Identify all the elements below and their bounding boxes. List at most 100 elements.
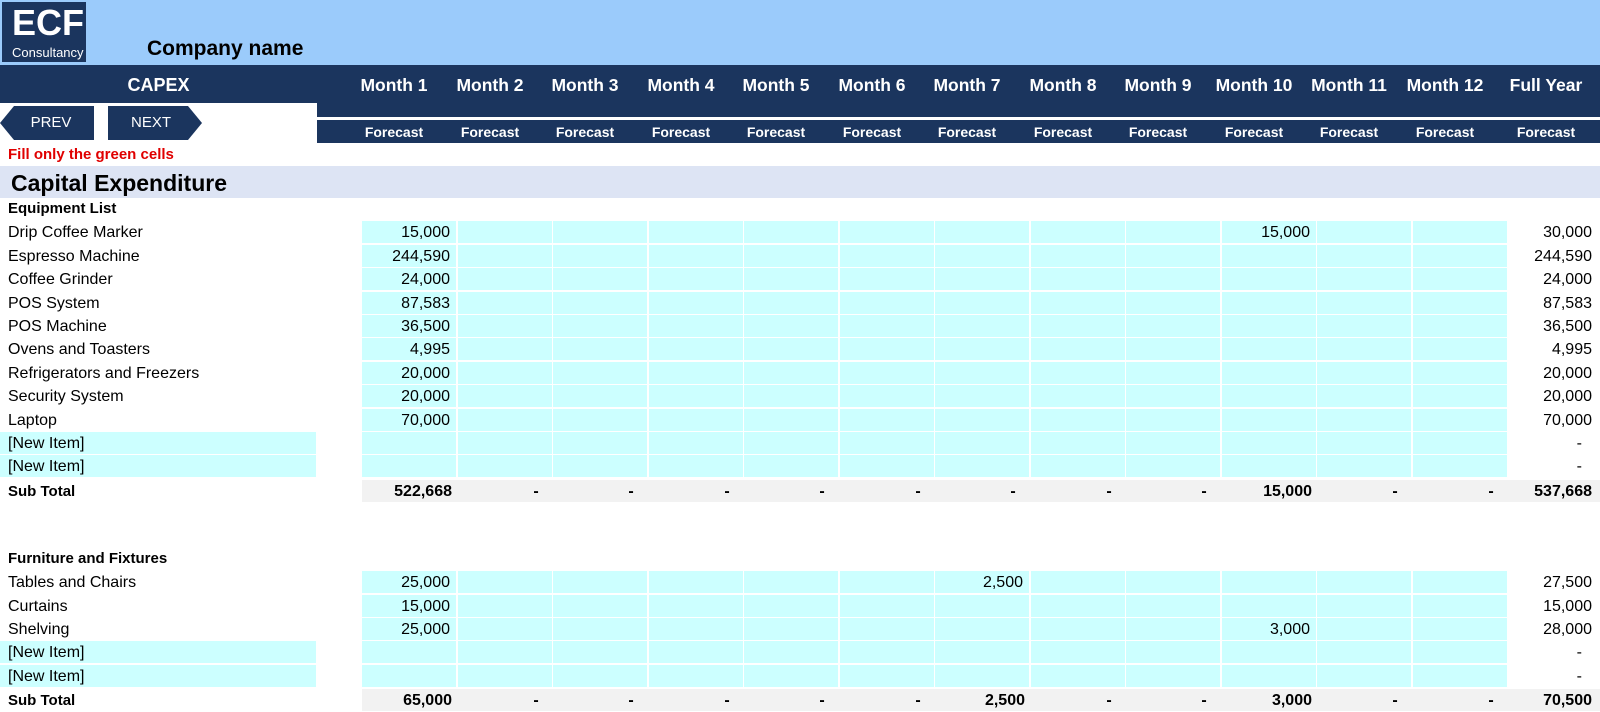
input-cell[interactable] bbox=[458, 315, 552, 337]
input-cell[interactable] bbox=[935, 221, 1029, 243]
input-cell[interactable] bbox=[553, 618, 647, 640]
input-cell[interactable] bbox=[935, 245, 1029, 267]
input-cell[interactable] bbox=[935, 595, 1029, 617]
input-cell[interactable] bbox=[1031, 268, 1125, 290]
input-cell[interactable] bbox=[935, 409, 1029, 431]
input-cell[interactable] bbox=[840, 268, 934, 290]
input-cell[interactable] bbox=[840, 221, 934, 243]
input-cell[interactable] bbox=[1126, 595, 1220, 617]
input-cell[interactable] bbox=[362, 641, 456, 663]
input-cell[interactable] bbox=[1413, 455, 1507, 477]
next-button[interactable]: NEXT bbox=[108, 106, 202, 140]
input-cell[interactable] bbox=[458, 385, 552, 407]
input-cell[interactable] bbox=[553, 315, 647, 337]
input-cell[interactable] bbox=[1413, 385, 1507, 407]
input-cell[interactable] bbox=[744, 571, 838, 593]
input-cell[interactable] bbox=[553, 432, 647, 454]
input-cell[interactable] bbox=[935, 455, 1029, 477]
input-cell[interactable] bbox=[553, 221, 647, 243]
input-cell[interactable] bbox=[1126, 362, 1220, 384]
input-cell[interactable] bbox=[744, 315, 838, 337]
row-label[interactable]: [New Item] bbox=[0, 455, 316, 477]
input-cell[interactable] bbox=[935, 618, 1029, 640]
input-cell[interactable] bbox=[744, 595, 838, 617]
input-cell[interactable] bbox=[1031, 595, 1125, 617]
input-cell[interactable] bbox=[1222, 315, 1316, 337]
input-cell[interactable] bbox=[1222, 571, 1316, 593]
input-cell[interactable] bbox=[744, 221, 838, 243]
input-cell[interactable]: 4,995 bbox=[362, 338, 456, 360]
input-cell[interactable] bbox=[1126, 432, 1220, 454]
input-cell[interactable] bbox=[1222, 641, 1316, 663]
input-cell[interactable]: 3,000 bbox=[1222, 618, 1316, 640]
input-cell[interactable] bbox=[744, 618, 838, 640]
input-cell[interactable] bbox=[935, 432, 1029, 454]
input-cell[interactable] bbox=[935, 315, 1029, 337]
input-cell[interactable] bbox=[362, 432, 456, 454]
input-cell[interactable] bbox=[840, 665, 934, 687]
input-cell[interactable] bbox=[840, 455, 934, 477]
input-cell[interactable]: 15,000 bbox=[1222, 221, 1316, 243]
input-cell[interactable] bbox=[744, 362, 838, 384]
input-cell[interactable] bbox=[1317, 268, 1411, 290]
input-cell[interactable] bbox=[935, 385, 1029, 407]
input-cell[interactable] bbox=[649, 571, 743, 593]
input-cell[interactable] bbox=[649, 315, 743, 337]
input-cell[interactable] bbox=[1031, 618, 1125, 640]
input-cell[interactable] bbox=[1317, 362, 1411, 384]
row-label[interactable]: [New Item] bbox=[0, 432, 316, 454]
input-cell[interactable] bbox=[1413, 409, 1507, 431]
input-cell[interactable] bbox=[840, 292, 934, 314]
input-cell[interactable] bbox=[458, 292, 552, 314]
input-cell[interactable] bbox=[458, 641, 552, 663]
input-cell[interactable] bbox=[840, 432, 934, 454]
input-cell[interactable] bbox=[553, 245, 647, 267]
input-cell[interactable] bbox=[840, 409, 934, 431]
input-cell[interactable] bbox=[1413, 595, 1507, 617]
input-cell[interactable] bbox=[458, 245, 552, 267]
input-cell[interactable] bbox=[1031, 571, 1125, 593]
input-cell[interactable] bbox=[1126, 245, 1220, 267]
input-cell[interactable] bbox=[1413, 315, 1507, 337]
input-cell[interactable] bbox=[458, 338, 552, 360]
input-cell[interactable] bbox=[1126, 409, 1220, 431]
input-cell[interactable] bbox=[458, 595, 552, 617]
input-cell[interactable] bbox=[935, 292, 1029, 314]
input-cell[interactable] bbox=[553, 641, 647, 663]
input-cell[interactable] bbox=[1317, 315, 1411, 337]
input-cell[interactable] bbox=[1317, 245, 1411, 267]
input-cell[interactable] bbox=[1031, 315, 1125, 337]
input-cell[interactable] bbox=[1413, 665, 1507, 687]
input-cell[interactable]: 15,000 bbox=[362, 595, 456, 617]
input-cell[interactable] bbox=[553, 268, 647, 290]
input-cell[interactable] bbox=[649, 385, 743, 407]
input-cell[interactable] bbox=[1031, 641, 1125, 663]
input-cell[interactable] bbox=[744, 665, 838, 687]
input-cell[interactable] bbox=[744, 338, 838, 360]
input-cell[interactable] bbox=[840, 571, 934, 593]
input-cell[interactable] bbox=[1413, 432, 1507, 454]
input-cell[interactable] bbox=[553, 571, 647, 593]
input-cell[interactable] bbox=[1413, 641, 1507, 663]
input-cell[interactable] bbox=[458, 409, 552, 431]
input-cell[interactable] bbox=[1031, 432, 1125, 454]
input-cell[interactable] bbox=[1317, 665, 1411, 687]
input-cell[interactable] bbox=[1317, 432, 1411, 454]
input-cell[interactable] bbox=[1126, 315, 1220, 337]
input-cell[interactable] bbox=[840, 595, 934, 617]
input-cell[interactable] bbox=[1317, 618, 1411, 640]
input-cell[interactable]: 15,000 bbox=[362, 221, 456, 243]
input-cell[interactable] bbox=[1317, 221, 1411, 243]
input-cell[interactable] bbox=[1222, 432, 1316, 454]
input-cell[interactable] bbox=[1222, 245, 1316, 267]
input-cell[interactable] bbox=[744, 292, 838, 314]
input-cell[interactable] bbox=[458, 455, 552, 477]
input-cell[interactable] bbox=[935, 641, 1029, 663]
input-cell[interactable] bbox=[1413, 292, 1507, 314]
input-cell[interactable] bbox=[553, 385, 647, 407]
input-cell[interactable] bbox=[1031, 338, 1125, 360]
input-cell[interactable] bbox=[458, 665, 552, 687]
input-cell[interactable] bbox=[840, 385, 934, 407]
input-cell[interactable] bbox=[1413, 338, 1507, 360]
input-cell[interactable] bbox=[553, 362, 647, 384]
